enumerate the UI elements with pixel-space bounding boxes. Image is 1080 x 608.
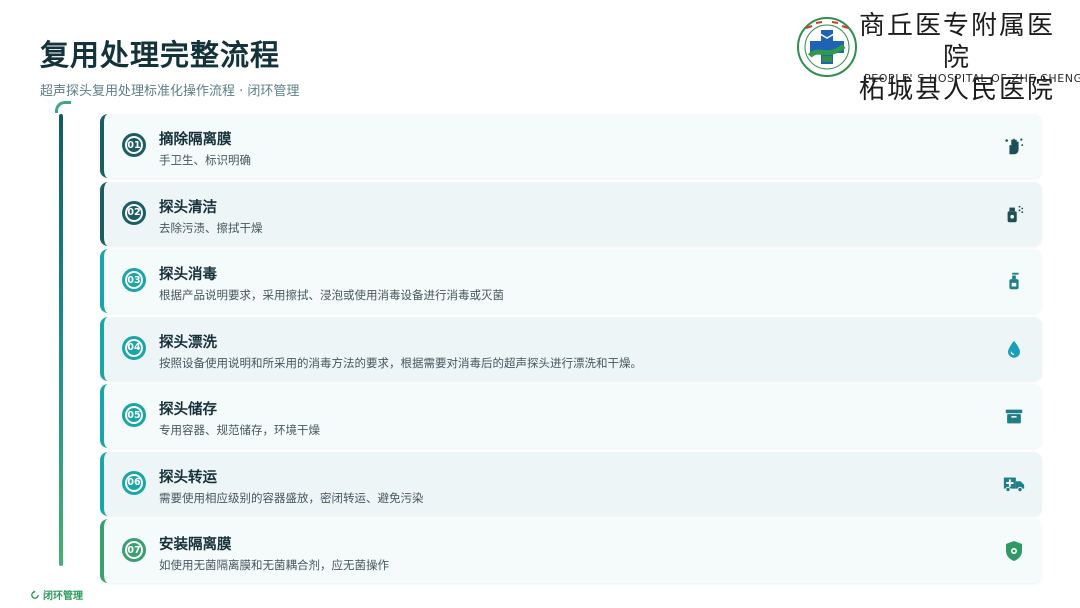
hospital-name-line1: 商丘医专附属医院 [858, 11, 1055, 73]
step-card: 02 探头清洁 去除污渍、擦拭干燥 [100, 181, 1042, 246]
ambulance-icon [1002, 472, 1026, 496]
step-description: 手卫生、标识明确 [159, 153, 251, 167]
step-title: 探头漂洗 [159, 334, 217, 351]
step-description: 专用容器、规范储存，环境干燥 [159, 423, 320, 437]
step-description: 去除污渍、擦拭干燥 [159, 220, 263, 235]
water-drop-icon [1002, 337, 1026, 361]
closed-loop-text: 闭环管理 [43, 591, 83, 602]
step-number-badge: 06 [122, 470, 146, 495]
step-number-badge: 03 [122, 268, 146, 292]
hospital-seal-icon [797, 17, 857, 77]
page-subtitle: 超声探头复用处理标准化操作流程 · 闭环管理 [40, 84, 300, 99]
step-title: 探头储存 [159, 402, 217, 418]
page-title: 复用处理完整流程 [40, 38, 281, 72]
shield-icon [1002, 539, 1026, 563]
loop-arrow-icon [31, 589, 39, 599]
step-description: 需要使用相应级别的容器盛放，密闭转运、避免污染 [159, 490, 424, 505]
timeline-line [59, 114, 63, 566]
hand-wash-icon [1002, 134, 1026, 158]
closed-loop-label: 闭环管理 [30, 587, 83, 602]
step-number-badge: 05 [122, 403, 146, 427]
hospital-name-en: PEOPLE' S HOSPITAL OF ZHE CHENG [864, 72, 1080, 85]
hospital-name-cn: 商丘医专附属医院 柘城县人民医院 [852, 10, 1062, 106]
step-title: 探头清洁 [159, 199, 217, 216]
storage-box-icon [1002, 404, 1026, 428]
step-number-badge: 02 [122, 200, 146, 225]
step-title: 探头转运 [159, 469, 217, 486]
step-description: 根据产品说明要求，采用擦拭、浸泡或使用消毒设备进行消毒或灭菌 [159, 288, 504, 302]
step-card: 06 探头转运 需要使用相应级别的容器盛放，密闭转运、避免污染 [100, 451, 1042, 516]
hospital-logo: 商丘医专附属医院 柘城县人民医院 PEOPLE' S HOSPITAL OF Z… [796, 11, 1080, 105]
spray-bottle-icon [1002, 202, 1026, 226]
step-title: 摘除隔离膜 [159, 132, 232, 148]
step-card: 07 安装隔离膜 如使用无菌隔离膜和无菌耦合剂，应无菌操作 [100, 519, 1042, 583]
step-card: 04 探头漂洗 按照设备使用说明和所采用的消毒方法的要求，根据需要对消毒后的超声… [100, 316, 1042, 381]
step-number-badge: 01 [122, 133, 146, 157]
step-title: 探头消毒 [159, 267, 217, 283]
step-card: 03 探头消毒 根据产品说明要求，采用擦拭、浸泡或使用消毒设备进行消毒或灭菌 [100, 249, 1042, 313]
step-number-badge: 04 [122, 335, 146, 360]
step-card: 01 摘除隔离膜 手卫生、标识明确 [100, 114, 1042, 178]
pump-bottle-icon [1002, 269, 1026, 293]
step-title: 安装隔离膜 [159, 537, 232, 553]
timeline-start-marker [55, 101, 71, 113]
step-card: 05 探头储存 专用容器、规范储存，环境干燥 [100, 384, 1042, 448]
step-number-badge: 07 [122, 538, 146, 562]
step-description: 按照设备使用说明和所采用的消毒方法的要求，根据需要对消毒后的超声探头进行漂洗和干… [159, 355, 642, 370]
process-steps: 01 摘除隔离膜 手卫生、标识明确 02 探头清洁 去除污渍、擦拭干燥 03 探… [100, 114, 1042, 587]
step-description: 如使用无菌隔离膜和无菌耦合剂，应无菌操作 [159, 558, 389, 572]
